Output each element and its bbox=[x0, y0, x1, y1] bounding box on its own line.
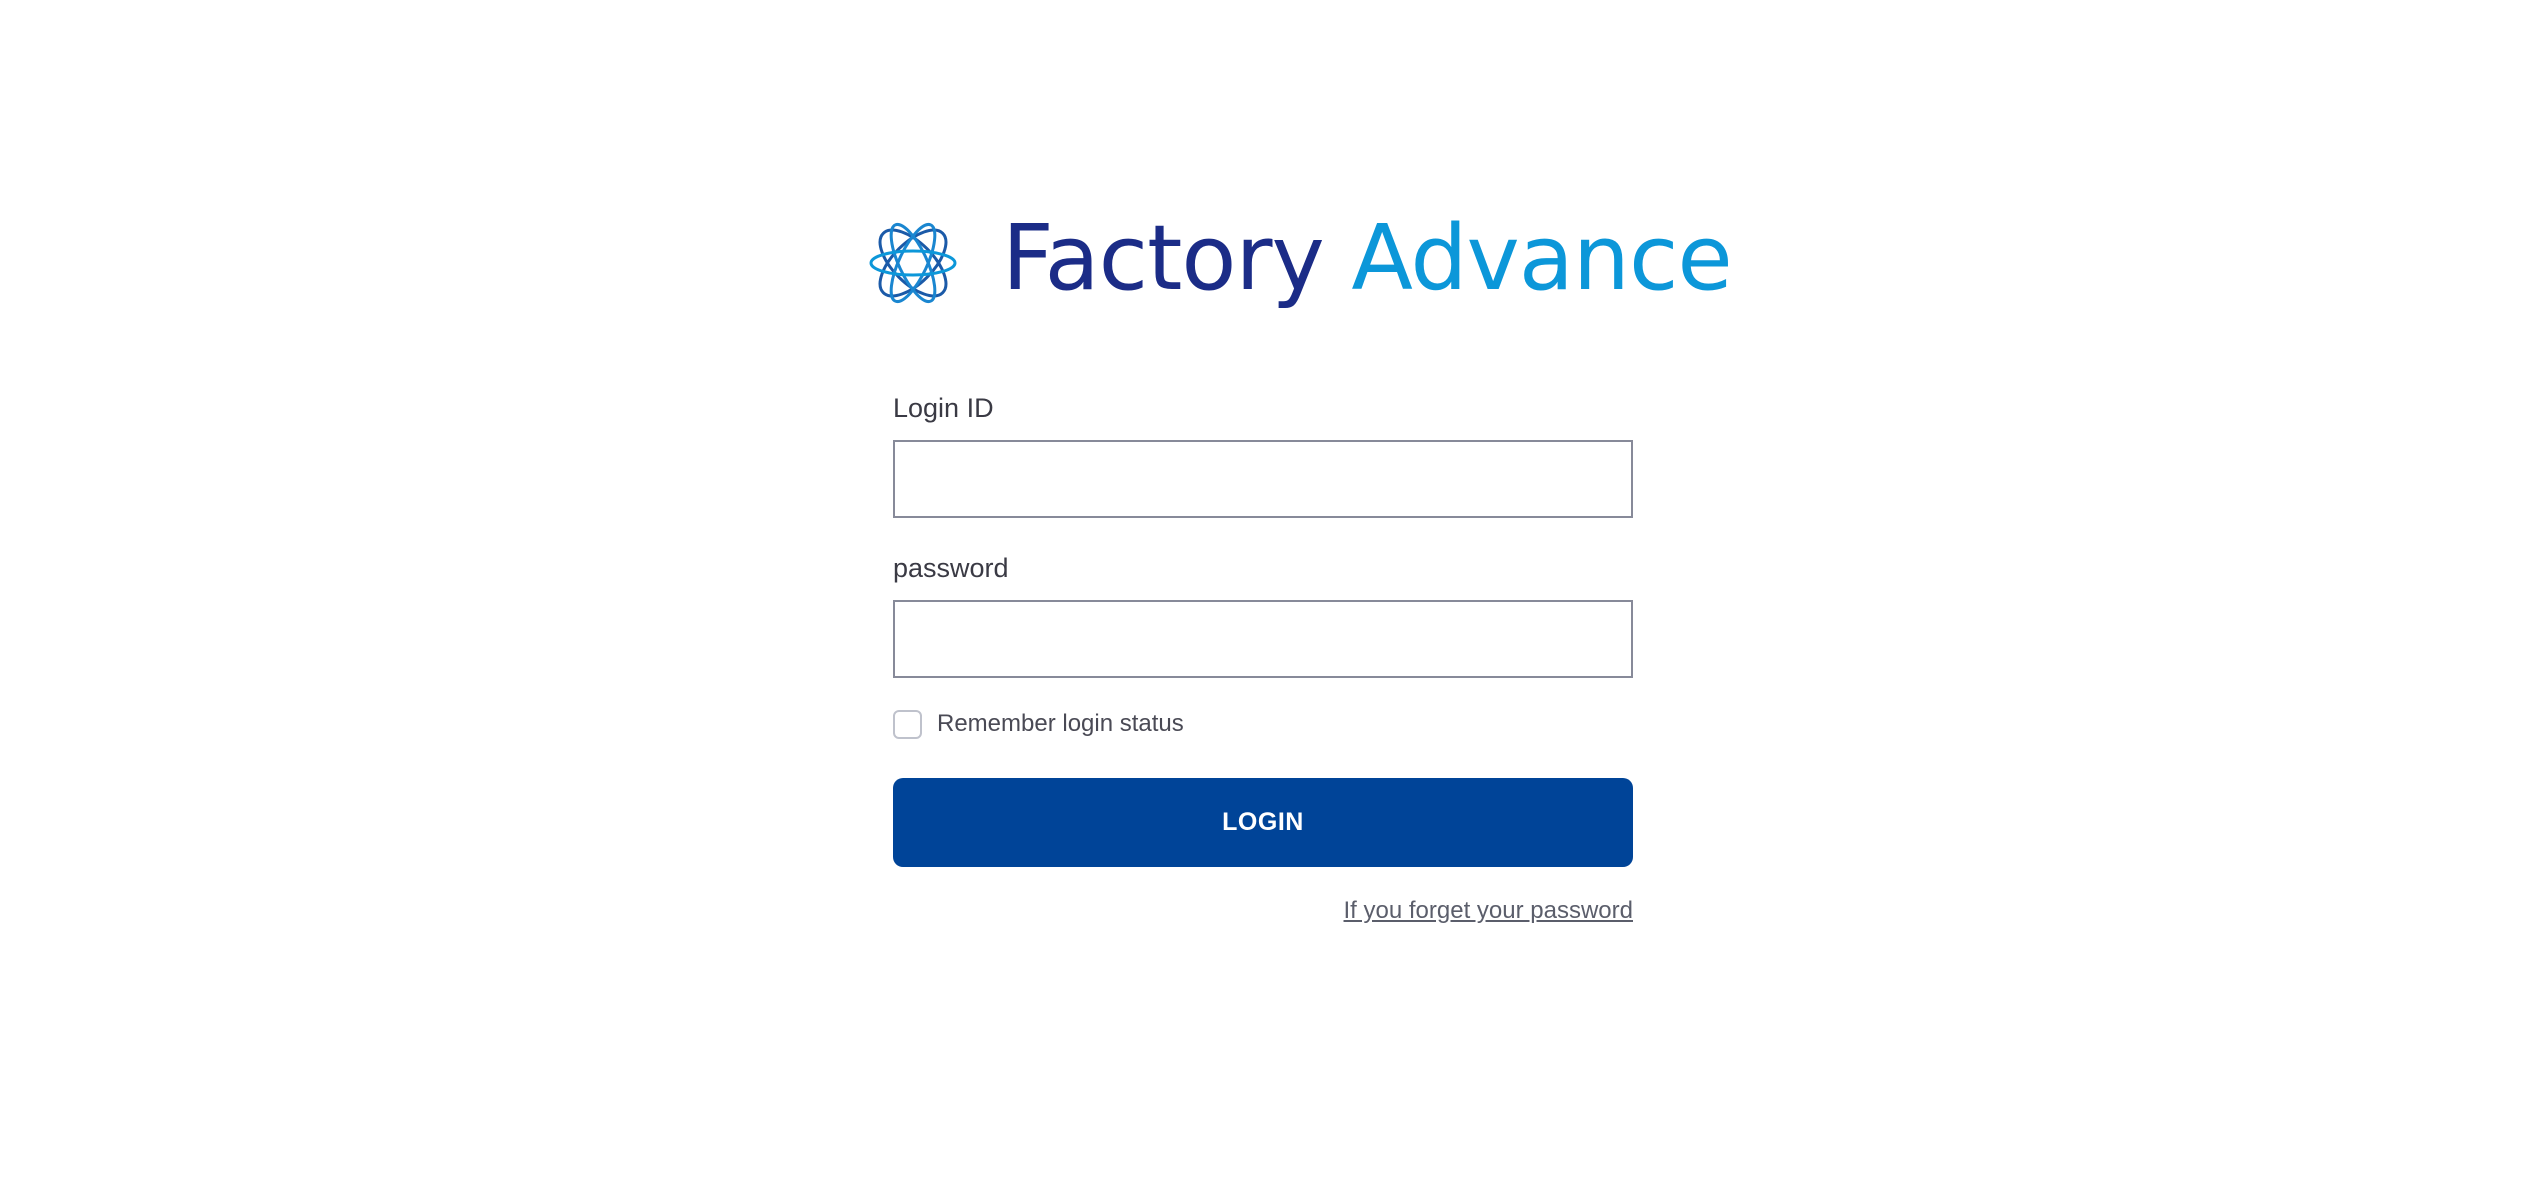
login-button[interactable]: LOGIN bbox=[893, 778, 1633, 867]
login-id-label: Login ID bbox=[893, 393, 994, 423]
login-id-input[interactable] bbox=[893, 440, 1633, 518]
login-form: Login ID password Remember login status … bbox=[893, 388, 1633, 925]
remember-login-label[interactable]: Remember login status bbox=[937, 710, 1184, 738]
remember-login-row[interactable]: Remember login status bbox=[893, 708, 1633, 740]
forgot-password-link[interactable]: If you forget your password bbox=[1344, 897, 1633, 924]
atom-logo-icon bbox=[869, 222, 957, 304]
brand-name: Factory Advance bbox=[1002, 204, 1733, 314]
factory-advance-logo: Factory Advance bbox=[848, 206, 1733, 318]
password-input[interactable] bbox=[893, 600, 1633, 678]
forgot-password-row: If you forget your password bbox=[893, 897, 1633, 925]
login-page: Factory Advance Login ID password Rememb… bbox=[0, 0, 2525, 1183]
password-label: password bbox=[893, 553, 1009, 583]
brand-name-factory: Factory bbox=[1002, 206, 1325, 311]
remember-login-checkbox[interactable] bbox=[893, 709, 922, 739]
brand-name-advance: Advance bbox=[1351, 206, 1732, 311]
